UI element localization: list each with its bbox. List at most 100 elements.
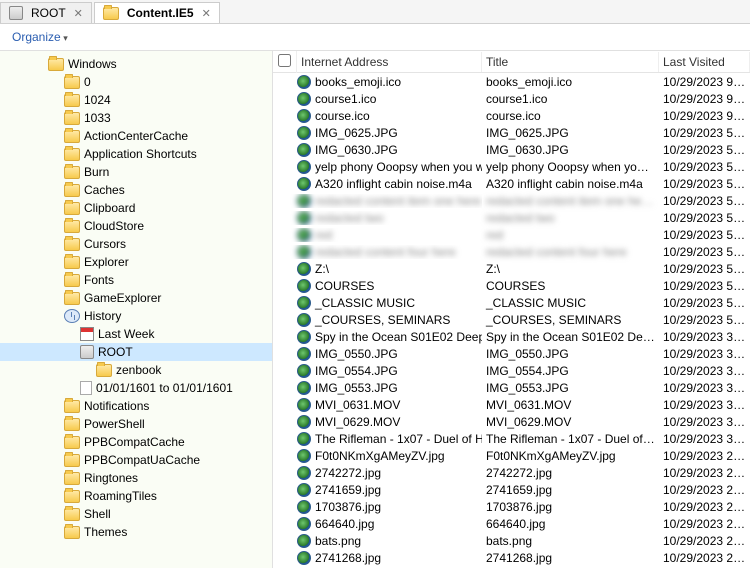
tree-item[interactable]: Last Week xyxy=(0,325,272,343)
tree-item[interactable]: Clipboard xyxy=(0,199,272,217)
list-row[interactable]: IMG_0554.JPGIMG_0554.JPG10/29/2023 3:41 … xyxy=(273,362,750,379)
list-row[interactable]: MVI_0629.MOVMVI_0629.MOV10/29/2023 3:39 … xyxy=(273,413,750,430)
tree-item-label: PPBCompatUaCache xyxy=(84,453,200,467)
cell-title: Z:\ xyxy=(482,262,659,276)
cell-last-visited: 10/29/2023 3:10 PM xyxy=(659,432,750,446)
tab-content-ie5[interactable]: Content.IE5 ✕ xyxy=(94,2,220,23)
list-row[interactable]: The Rifleman - 1x07 - Duel of Hon...The … xyxy=(273,430,750,447)
tree-item[interactable]: 1024 xyxy=(0,91,272,109)
cell-last-visited: 10/29/2023 2:34 PM xyxy=(659,517,750,531)
list-row[interactable]: redacted tworedacted two10/29/2023 5:17 … xyxy=(273,209,750,226)
list-row[interactable]: course.icocourse.ico10/29/2023 9:33 PM xyxy=(273,107,750,124)
list-row[interactable]: books_emoji.icobooks_emoji.ico10/29/2023… xyxy=(273,73,750,90)
cell-last-visited: 10/29/2023 5:18 PM xyxy=(659,194,750,208)
list-row[interactable]: IMG_0625.JPGIMG_0625.JPG10/29/2023 5:24 … xyxy=(273,124,750,141)
list-row[interactable]: MVI_0631.MOVMVI_0631.MOV10/29/2023 3:40 … xyxy=(273,396,750,413)
tree-item-label: ROOT xyxy=(98,345,133,359)
column-title[interactable]: Title xyxy=(482,52,659,72)
cell-address: IMG_0554.JPG xyxy=(315,364,398,378)
list-row[interactable]: redacted content item one hereredacted c… xyxy=(273,192,750,209)
list-row[interactable]: _CLASSIC MUSIC_CLASSIC MUSIC10/29/2023 5… xyxy=(273,294,750,311)
list-row[interactable]: yelp phony Ooopsy when you wan...yelp ph… xyxy=(273,158,750,175)
list-row[interactable]: IMG_0550.JPGIMG_0550.JPG10/29/2023 3:41 … xyxy=(273,345,750,362)
cell-last-visited: 10/29/2023 9:33 PM xyxy=(659,109,750,123)
globe-icon xyxy=(297,228,311,242)
list-row[interactable]: IMG_0553.JPGIMG_0553.JPG10/29/2023 3:41 … xyxy=(273,379,750,396)
folder-icon xyxy=(64,292,80,305)
list-row[interactable]: _COURSES, SEMINARS_COURSES, SEMINARS10/2… xyxy=(273,311,750,328)
cell-address: yelp phony Ooopsy when you wan... xyxy=(315,160,482,174)
tree-item-label: ActionCenterCache xyxy=(84,129,188,143)
tree-item-label: zenbook xyxy=(116,363,161,377)
tree-item[interactable]: History xyxy=(0,307,272,325)
tree-item[interactable]: ActionCenterCache xyxy=(0,127,272,145)
cell-address: The Rifleman - 1x07 - Duel of Hon... xyxy=(315,432,482,446)
close-icon[interactable]: ✕ xyxy=(202,7,211,20)
select-all-checkbox[interactable] xyxy=(278,54,291,67)
column-internet-address[interactable]: Internet Address xyxy=(297,52,482,72)
cell-title: 2742272.jpg xyxy=(482,466,659,480)
tree-item[interactable]: Fonts xyxy=(0,271,272,289)
tree-item-label: Explorer xyxy=(84,255,129,269)
list-row[interactable]: redacted content four hereredacted conte… xyxy=(273,243,750,260)
tree-item[interactable]: Shell xyxy=(0,505,272,523)
list-row[interactable]: 664640.jpg664640.jpg10/29/2023 2:34 PM xyxy=(273,515,750,532)
tree-item[interactable]: Application Shortcuts xyxy=(0,145,272,163)
cell-address: IMG_0553.JPG xyxy=(315,381,398,395)
tree-item-label: GameExplorer xyxy=(84,291,161,305)
file-list[interactable]: Internet Address Title Last Visited book… xyxy=(273,51,750,568)
list-row[interactable]: Z:\Z:\10/29/2023 5:12 PM xyxy=(273,260,750,277)
organize-button[interactable]: Organize xyxy=(12,30,68,44)
tree-item[interactable]: Explorer xyxy=(0,253,272,271)
tree-item[interactable]: RoamingTiles xyxy=(0,487,272,505)
cell-title: IMG_0554.JPG xyxy=(482,364,659,378)
tree-item[interactable]: PPBCompatCache xyxy=(0,433,272,451)
history-icon xyxy=(64,309,80,323)
tree-item[interactable]: Notifications xyxy=(0,397,272,415)
list-row[interactable]: 2741268.jpg2741268.jpg10/29/2023 2:26 PM xyxy=(273,549,750,566)
cell-address: 1703876.jpg xyxy=(315,500,381,514)
folder-tree[interactable]: Windows01024 1033 ActionCenterCache Applica… xyxy=(0,51,273,568)
globe-icon xyxy=(297,500,311,514)
tree-item[interactable]: 1033 xyxy=(0,109,272,127)
cell-title: F0t0NKmXgAMeyZV.jpg xyxy=(482,449,659,463)
column-last-visited[interactable]: Last Visited xyxy=(659,52,750,72)
list-row[interactable]: Spy in the Ocean S01E02 Deep Feeli...Spy… xyxy=(273,328,750,345)
list-row[interactable]: 1703876.jpg1703876.jpg10/29/2023 2:34 PM xyxy=(273,498,750,515)
cell-last-visited: 10/29/2023 2:32 PM xyxy=(659,534,750,548)
tree-item[interactable]: GameExplorer xyxy=(0,289,272,307)
tree-item[interactable]: Caches xyxy=(0,181,272,199)
list-row[interactable]: IMG_0630.JPGIMG_0630.JPG10/29/2023 5:22 … xyxy=(273,141,750,158)
column-checkbox[interactable] xyxy=(273,51,297,73)
folder-icon xyxy=(103,7,119,20)
list-row[interactable]: 2742272.jpg2742272.jpg10/29/2023 2:35 PM xyxy=(273,464,750,481)
tree-item[interactable]: CloudStore xyxy=(0,217,272,235)
disk-icon xyxy=(9,6,23,20)
tree-item[interactable]: PPBCompatUaCache xyxy=(0,451,272,469)
tree-item[interactable]: zenbook xyxy=(0,361,272,379)
tree-item[interactable]: Ringtones xyxy=(0,469,272,487)
tree-item[interactable]: PowerShell xyxy=(0,415,272,433)
tree-item[interactable]: Cursors xyxy=(0,235,272,253)
globe-icon xyxy=(297,534,311,548)
tree-item[interactable]: Burn xyxy=(0,163,272,181)
tree-item-label: 1033 xyxy=(84,111,111,125)
tab-root[interactable]: ROOT ✕ xyxy=(0,2,92,23)
list-row[interactable]: bats.pngbats.png10/29/2023 2:32 PM xyxy=(273,532,750,549)
tree-item[interactable]: 0 xyxy=(0,73,272,91)
list-row[interactable]: A320 inflight cabin noise.m4aA320 inflig… xyxy=(273,175,750,192)
tree-item[interactable]: Themes xyxy=(0,523,272,541)
tree-item[interactable]: ROOT xyxy=(0,343,272,361)
cell-address: red xyxy=(315,228,332,242)
cell-title: 2741268.jpg xyxy=(482,551,659,565)
list-row[interactable]: F0t0NKmXgAMeyZV.jpgF0t0NKmXgAMeyZV.jpg10… xyxy=(273,447,750,464)
list-row[interactable]: redred10/29/2023 5:17 PM xyxy=(273,226,750,243)
list-row[interactable]: COURSESCOURSES10/29/2023 5:12 PM xyxy=(273,277,750,294)
cell-last-visited: 10/29/2023 2:34 PM xyxy=(659,483,750,497)
list-row[interactable]: 2741659.jpg2741659.jpg10/29/2023 2:34 PM xyxy=(273,481,750,498)
tree-item[interactable]: 01/01/1601 to 01/01/1601 xyxy=(0,379,272,397)
cell-address: COURSES xyxy=(315,279,374,293)
close-icon[interactable]: ✕ xyxy=(74,7,83,20)
list-row[interactable]: course1.icocourse1.ico10/29/2023 9:33 PM xyxy=(273,90,750,107)
tree-item[interactable]: Windows xyxy=(0,55,272,73)
